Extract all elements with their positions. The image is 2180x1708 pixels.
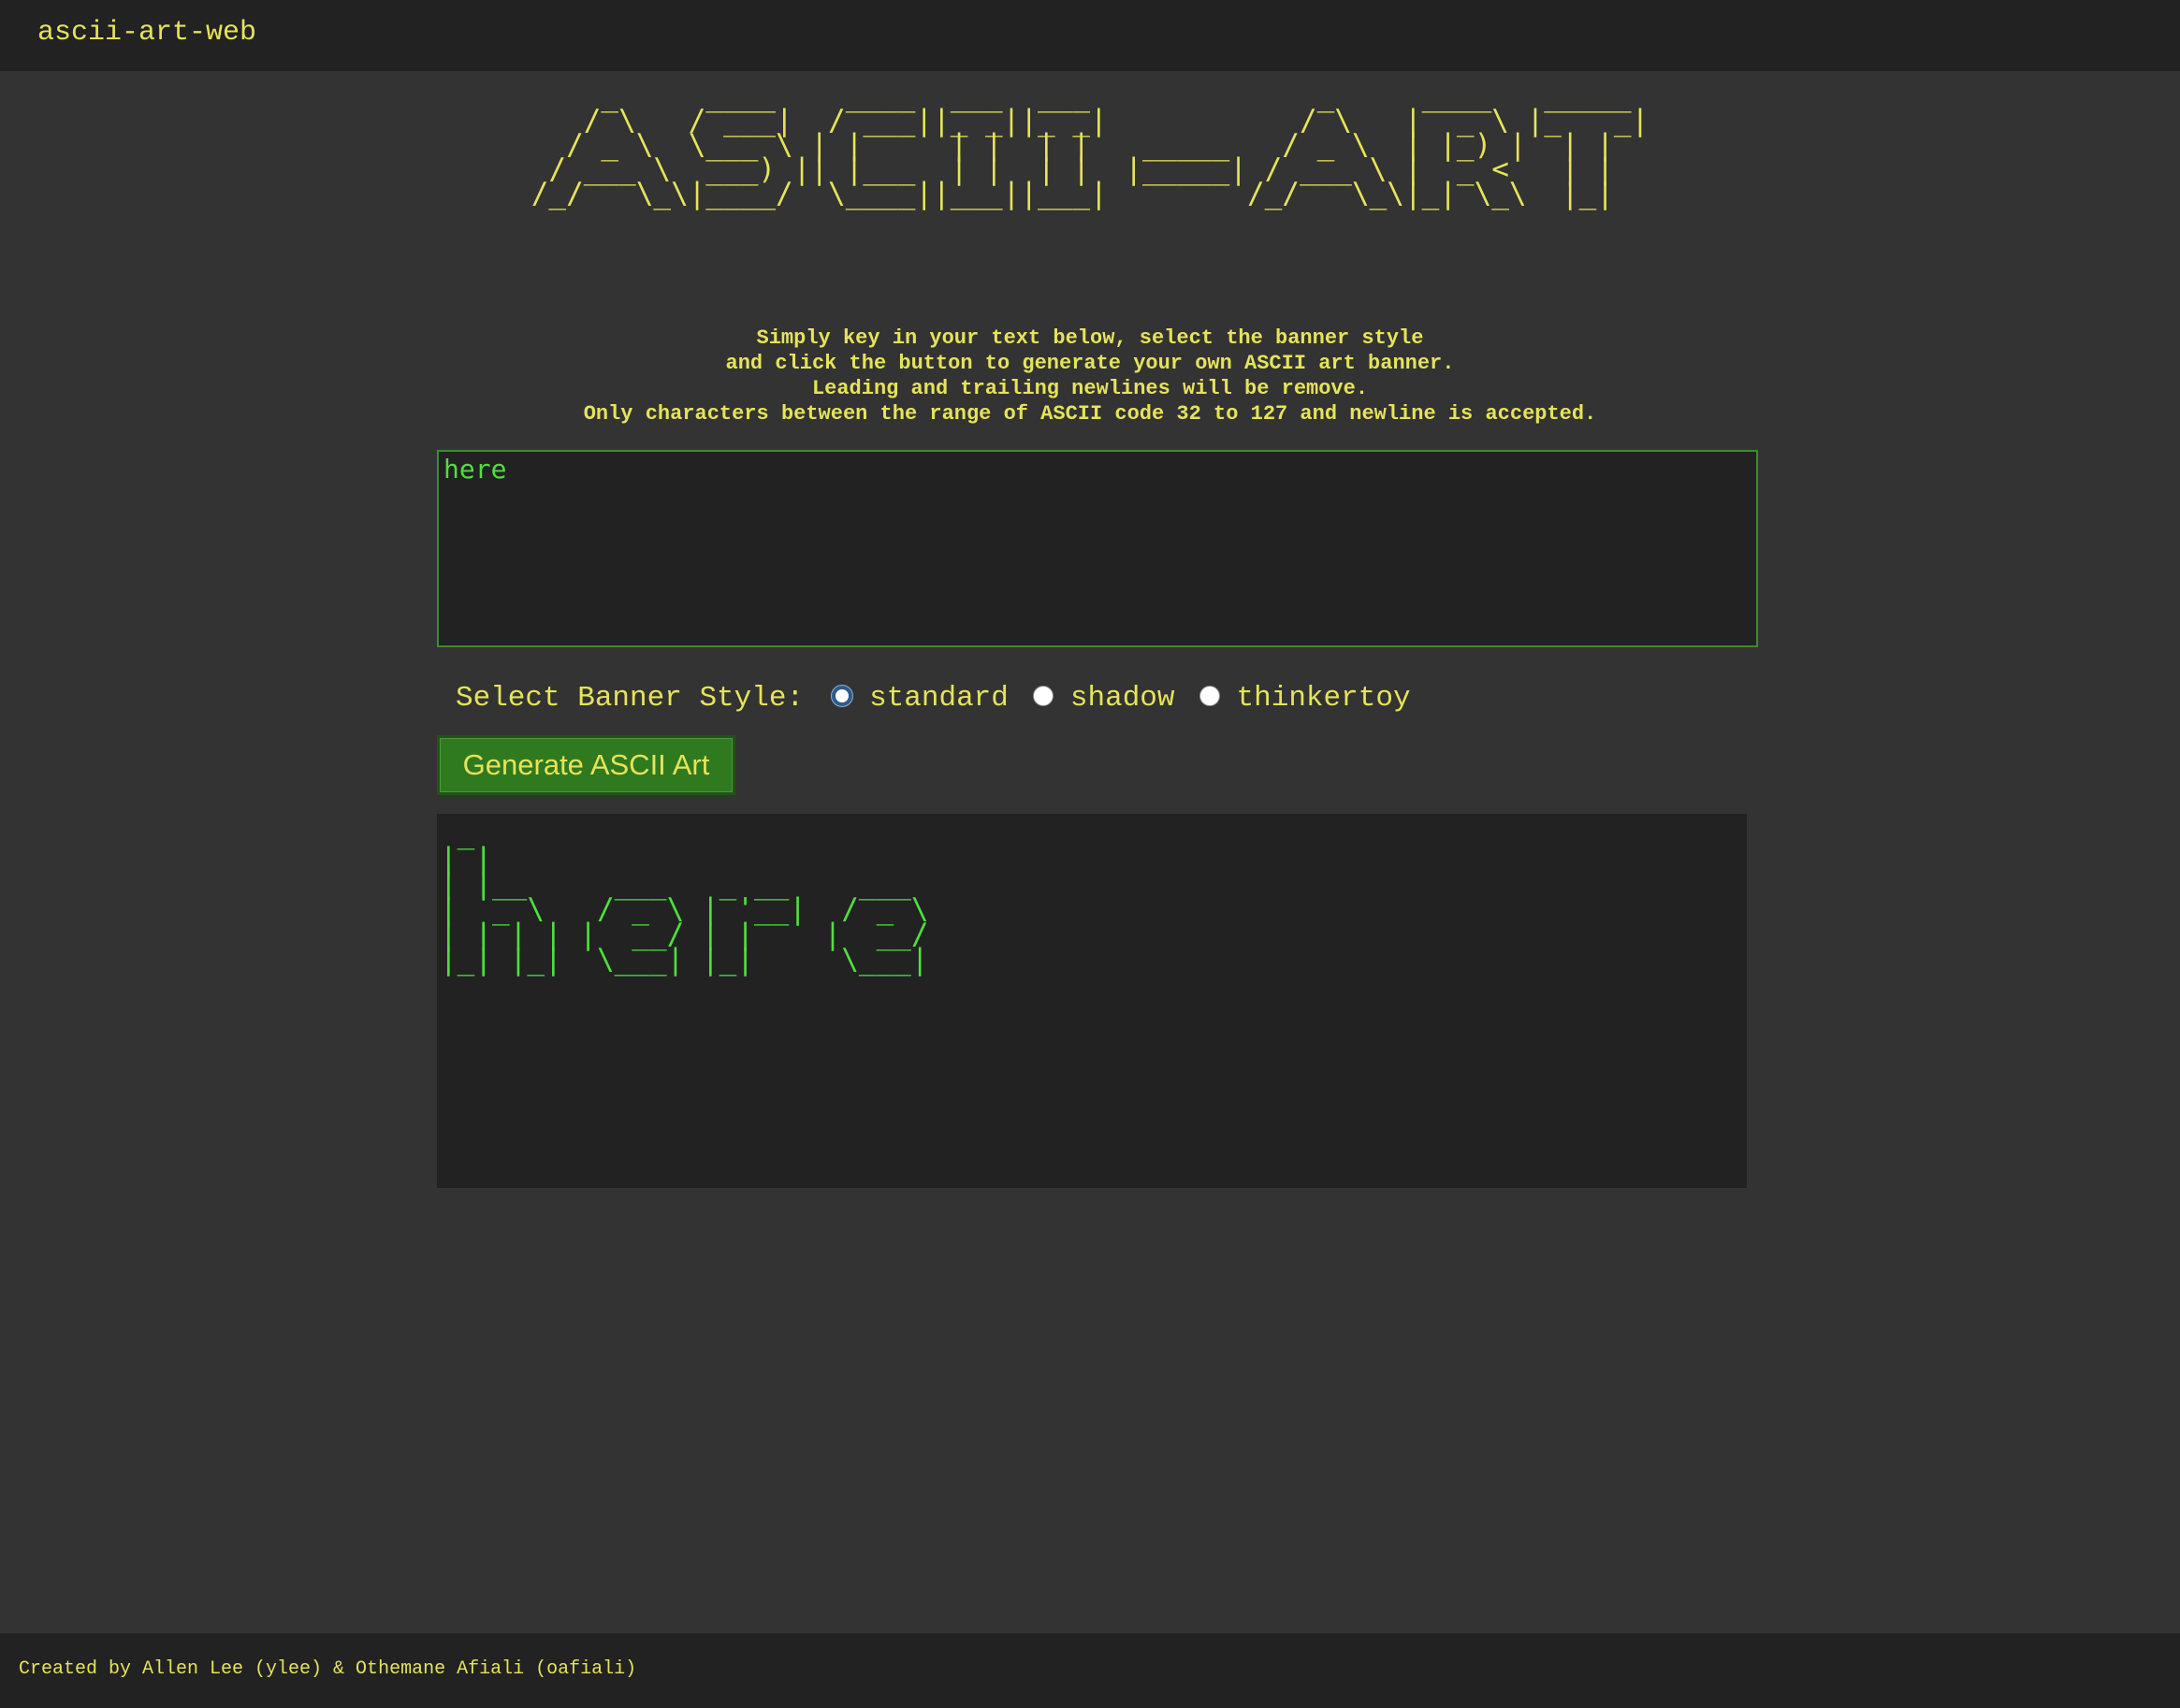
text-input[interactable]: here bbox=[437, 450, 1758, 647]
instruction-line: Leading and trailing newlines will be re… bbox=[811, 377, 1369, 400]
banner-style-label: Select Banner Style: bbox=[456, 681, 805, 715]
radio-standard[interactable] bbox=[832, 686, 853, 706]
top-bar: ascii-art-web bbox=[0, 0, 2180, 71]
instruction-line: Simply key in your text below, select th… bbox=[756, 326, 1424, 350]
ascii-output-text: _ | | | |__ ___ _ __ ___ | _ \ / _ \ | '… bbox=[440, 817, 929, 977]
radio-label-thinkertoy[interactable]: thinkertoy bbox=[1237, 682, 1411, 715]
footer: Created by Allen Lee (ylee) & Othemane A… bbox=[0, 1633, 2180, 1708]
app-title[interactable]: ascii-art-web bbox=[37, 17, 256, 49]
ascii-output-panel: _ | | | |__ ___ _ __ ___ | _ \ / _ \ | '… bbox=[437, 814, 1747, 1188]
ascii-art-banner-title: _ ____ ____ ___ ___ _ ____ _____ / \ / _… bbox=[530, 80, 1650, 210]
footer-credit: Created by Allen Lee (ylee) & Othemane A… bbox=[19, 1658, 637, 1680]
instruction-line: Only characters between the range of ASC… bbox=[583, 402, 1597, 426]
radio-label-standard[interactable]: standard bbox=[869, 682, 1009, 715]
radio-label-shadow[interactable]: shadow bbox=[1070, 682, 1175, 715]
instruction-line: and click the button to generate your ow… bbox=[725, 352, 1455, 375]
radio-shadow[interactable] bbox=[1032, 686, 1054, 706]
instructions: Simply key in your text below, select th… bbox=[0, 326, 2180, 427]
radio-thinkertoy[interactable] bbox=[1199, 686, 1220, 706]
generate-ascii-art-button[interactable]: Generate ASCII Art bbox=[437, 735, 735, 795]
banner-style-selector: Select Banner Style: standard shadow thi… bbox=[456, 677, 1435, 718]
